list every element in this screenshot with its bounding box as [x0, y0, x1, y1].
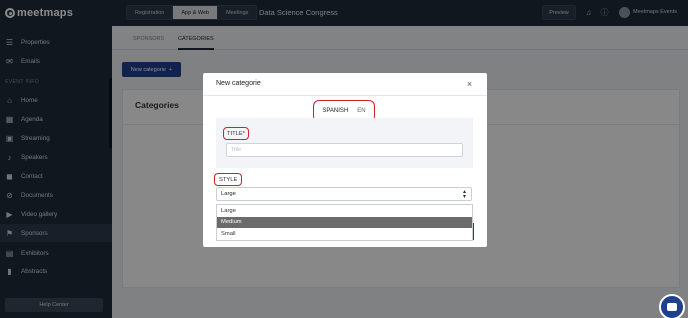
language-spanish[interactable]: SPANISH [322, 108, 348, 114]
style-selected-value: Large [221, 191, 236, 197]
title-input[interactable]: Title [226, 143, 463, 157]
divider [203, 95, 487, 96]
style-select[interactable]: Large ▴ ▾ [216, 187, 472, 201]
chat-support-button[interactable] [659, 294, 685, 318]
language-en[interactable]: EN [357, 108, 365, 114]
modal-title: New categorie [216, 80, 261, 87]
style-option-medium[interactable]: Medium [217, 216, 472, 228]
chat-icon [667, 303, 677, 311]
style-dropdown: Large Medium Small [216, 204, 473, 241]
style-option-small[interactable]: Small [217, 228, 472, 240]
style-label: STYLE [214, 173, 243, 186]
new-categorie-modal: New categorie × SPANISH EN TITLE* Title … [203, 73, 487, 247]
title-label: TITLE* [223, 127, 250, 140]
close-icon[interactable]: × [465, 79, 474, 89]
select-caret-icon: ▴ ▾ [462, 189, 466, 200]
style-option-large[interactable]: Large [217, 205, 472, 217]
